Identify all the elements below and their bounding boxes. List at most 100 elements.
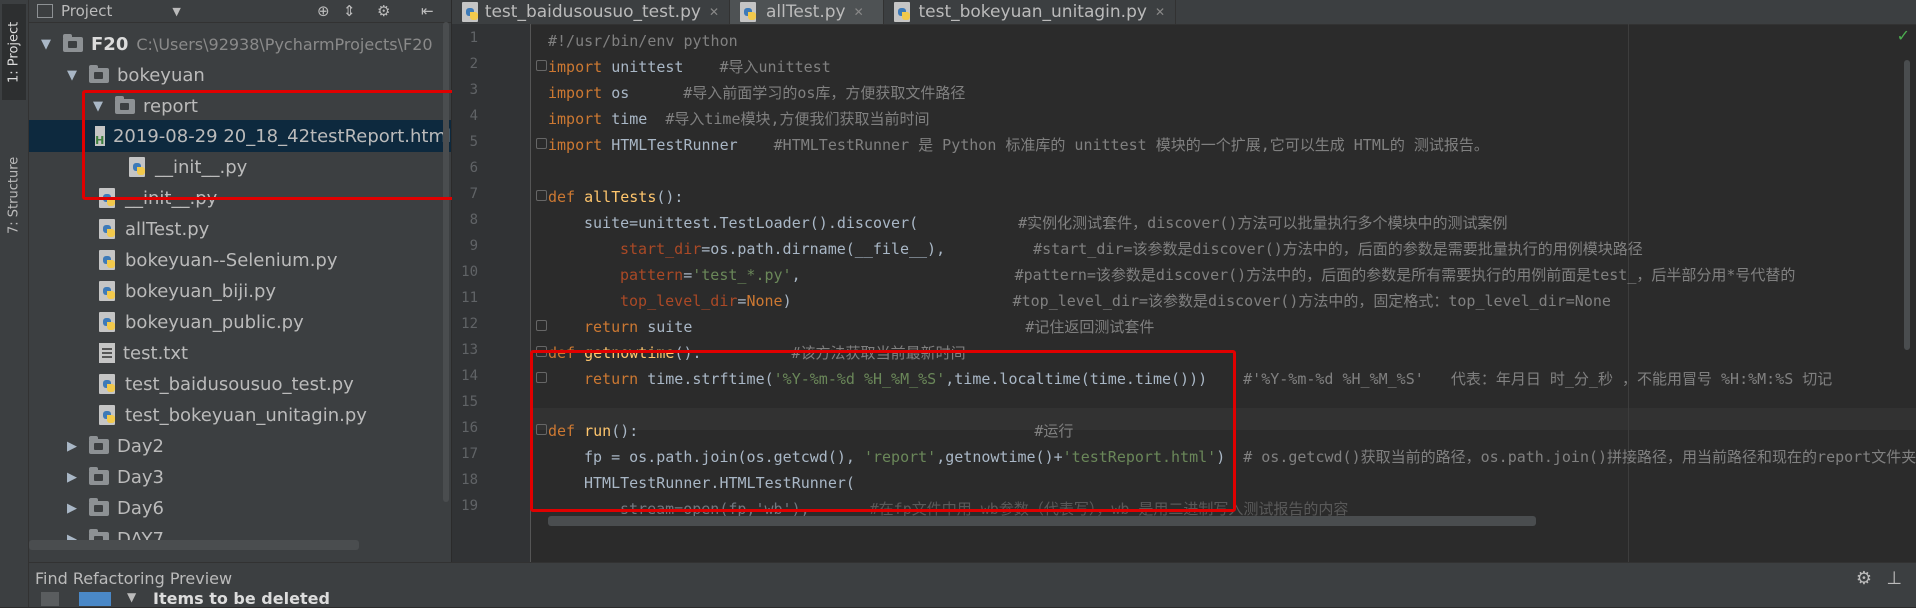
line-number: 9 [469, 238, 478, 254]
close-icon[interactable]: ✕ [854, 5, 864, 19]
project-panel: Project ▼ ⊕ ⇕ ⚙ ⇤ ▼ F20 C:\Users\92938\Pyc… [29, 0, 451, 562]
gear-icon[interactable]: ⚙ [377, 2, 390, 20]
chevron-right-icon[interactable]: ▶ [65, 470, 79, 485]
python-file-icon [99, 250, 117, 270]
folder-icon [89, 466, 109, 485]
text-file-icon [99, 343, 115, 363]
line-number: 2 [469, 56, 478, 72]
tree-item-label: Day6 [117, 497, 164, 519]
tree-item-label: bokeyuan [117, 64, 205, 86]
tab-structure[interactable]: 7: Structure [2, 140, 26, 250]
tree-item-label: Day2 [117, 435, 164, 457]
code-line-7: def allTests(): [548, 188, 684, 206]
tree-item[interactable]: allTest.py [29, 213, 451, 245]
python-file-icon [99, 219, 117, 239]
chevron-down-icon[interactable]: ▼ [127, 590, 136, 604]
code-line-5: import HTMLTestRunner #HTMLTestRunner 是 P… [548, 136, 1489, 154]
line-number: 12 [461, 316, 478, 332]
tab-label: test_bokeyuan_unitagin.py [918, 2, 1147, 22]
chevron-right-icon[interactable]: ▶ [65, 439, 79, 454]
tree-item[interactable]: ▼ bokeyuan [29, 59, 451, 91]
code-line-8: suite=unittest.TestLoader().discover(#实例… [584, 214, 1508, 232]
fold-marker-icon[interactable] [536, 320, 547, 331]
left-tool-strip: 1: Project 7: Structure [0, 0, 29, 607]
tab-label: allTest.py [766, 2, 846, 22]
code-line-1: #!/usr/bin/env python [548, 32, 738, 50]
close-icon[interactable]: ✕ [1155, 5, 1165, 19]
tree-hscrollbar[interactable] [29, 540, 359, 550]
code-line-2: import unittest #导入unittest [548, 58, 831, 76]
chevron-down-icon[interactable]: ▼ [65, 68, 79, 83]
line-number: 5 [469, 134, 478, 150]
tree-item-label: test_baidusousuo_test.py [125, 373, 354, 395]
line-number: 3 [469, 82, 478, 98]
tree-item-label: allTest.py [125, 218, 210, 240]
check-icon: ✓ [1896, 26, 1910, 45]
folder-icon [89, 435, 109, 454]
folder-icon [89, 497, 109, 516]
tree-item-label: F20 [91, 33, 129, 55]
fold-marker-icon[interactable] [536, 138, 547, 149]
code-line-4: import time #导入time模块,方便我们获取当前时间 [548, 110, 930, 128]
editor-vscrollbar[interactable] [1904, 60, 1910, 350]
bottom-panel-body: ▼ Items to be deleted [29, 589, 1916, 608]
tree-item[interactable]: ▼ F20 C:\Users\92938\PycharmProjects\F20 [29, 28, 451, 60]
line-number: 14 [461, 368, 478, 384]
line-number: 7 [469, 186, 478, 202]
bottom-panel-title: Find Refactoring Preview [35, 568, 233, 588]
hide-panel-icon[interactable]: ⊥ [1886, 568, 1902, 589]
tree-item-label: bokeyuan--Selenium.py [125, 249, 338, 271]
line-number: 16 [461, 420, 478, 436]
tree-item[interactable]: bokeyuan_public.py [29, 306, 451, 338]
bottom-panel-item[interactable]: Items to be deleted [153, 589, 330, 608]
editor-hscrollbar[interactable] [548, 516, 1536, 526]
hide-panel-icon[interactable]: ⇤ [421, 2, 434, 20]
fold-marker-icon[interactable] [536, 60, 547, 71]
stop-icon[interactable] [41, 592, 59, 606]
gear-icon[interactable]: ⚙ [1856, 568, 1872, 589]
line-number: 10 [461, 264, 478, 280]
line-number: 18 [461, 472, 478, 488]
tab-alltest[interactable]: allTest.py ✕ [730, 0, 884, 24]
chevron-down-icon[interactable]: ▼ [172, 5, 180, 18]
line-number-gutter: 1 2 3 4 5 6 7 8 9 10 11 12 13 14 15 16 17 18 19 [452, 24, 531, 562]
line-number: 15 [461, 394, 478, 410]
tab-label: test_baidusousuo_test.py [484, 2, 701, 22]
tab-test-bokeyuan-unitagin[interactable]: test_bokeyuan_unitagin.py ✕ [884, 0, 1176, 24]
tree-item[interactable]: bokeyuan_biji.py [29, 275, 451, 307]
folder-icon [89, 64, 109, 83]
tree-item[interactable]: bokeyuan--Selenium.py [29, 244, 451, 276]
tree-item[interactable]: ▶ Day6 [29, 492, 451, 524]
tree-item[interactable]: test_baidusousuo_test.py [29, 368, 451, 400]
layout-icon[interactable] [79, 592, 111, 606]
code-line-12: return suite #记住返回测试套件 [584, 318, 1155, 336]
line-number: 11 [461, 290, 478, 306]
collapse-all-icon[interactable]: ⇕ [343, 2, 356, 20]
right-margin-guide [1628, 24, 1629, 562]
line-number: 13 [461, 342, 478, 358]
line-number: 4 [469, 108, 478, 124]
tree-item[interactable]: ▶ Day3 [29, 461, 451, 493]
line-number: 17 [461, 446, 478, 462]
python-file-icon [894, 2, 910, 22]
line-number: 8 [469, 212, 478, 228]
tab-project-label: 1: Project [6, 21, 22, 83]
tab-test-baidusousuo[interactable]: test_baidusousuo_test.py ✕ [452, 0, 730, 24]
tab-project[interactable]: 1: Project [2, 4, 26, 100]
tree-item[interactable]: ▶ DAY7 [29, 523, 451, 555]
target-icon[interactable]: ⊕ [317, 2, 330, 20]
tree-item[interactable]: test_bokeyuan_unitagin.py [29, 399, 451, 431]
python-file-icon [99, 281, 117, 301]
python-file-icon [99, 374, 117, 394]
chevron-right-icon[interactable]: ▶ [65, 501, 79, 516]
tree-item-path: C:\Users\92938\PycharmProjects\F20 [136, 34, 433, 54]
close-icon[interactable]: ✕ [709, 5, 719, 19]
fold-marker-icon[interactable] [536, 190, 547, 201]
tree-item-label: bokeyuan_public.py [125, 311, 304, 333]
code-line-10: pattern='test_*.py', #pattern=该参数是discove… [620, 266, 1796, 284]
tree-item-label: test.txt [123, 342, 189, 364]
tree-item[interactable]: ▶ Day2 [29, 430, 451, 462]
tree-item[interactable]: test.txt [29, 337, 451, 369]
chevron-down-icon[interactable]: ▼ [39, 37, 53, 52]
tree-item-label: bokeyuan_biji.py [125, 280, 277, 302]
